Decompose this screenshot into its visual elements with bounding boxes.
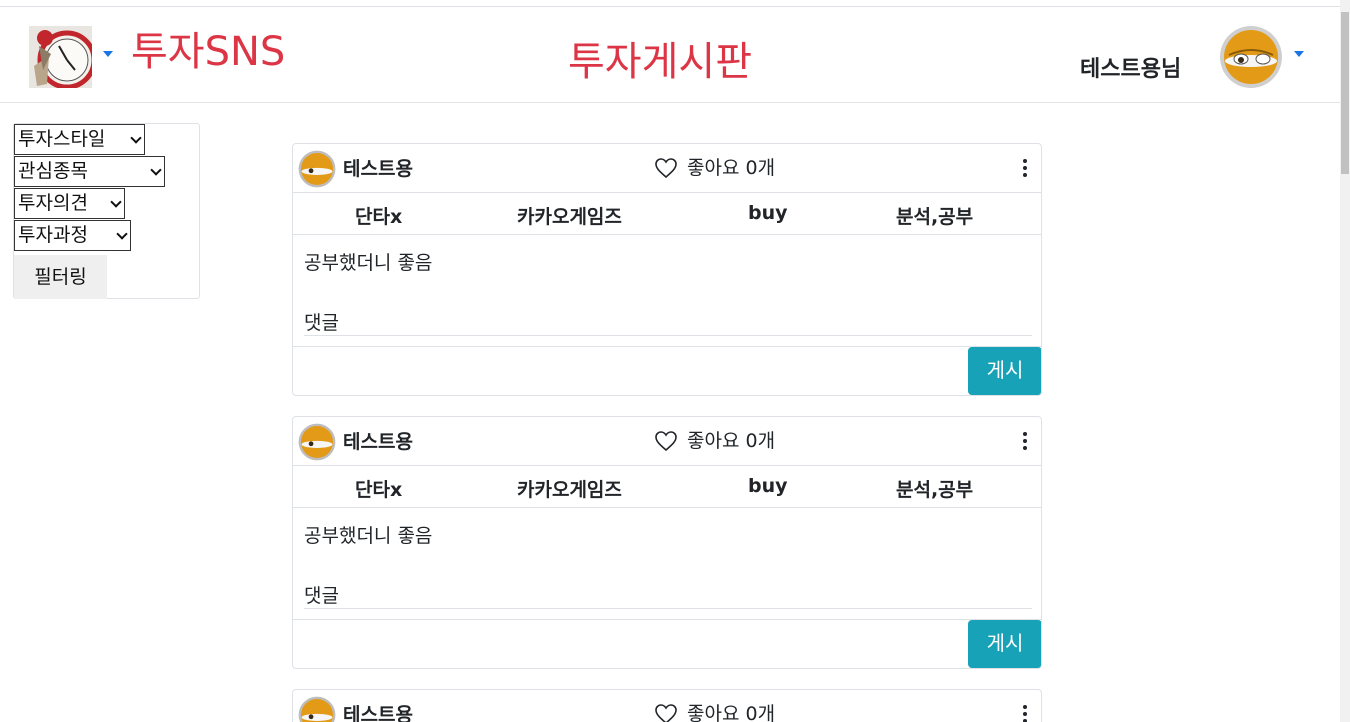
user-caret-down-icon[interactable] xyxy=(1294,51,1304,57)
chevron-down-icon xyxy=(130,132,142,144)
post-comment-button[interactable]: 게시 xyxy=(968,347,1041,395)
scrollbar-thumb[interactable] xyxy=(1341,12,1349,174)
post-tags: 단타x 카카오게임즈 buy 분석,공부 xyxy=(293,193,1041,235)
kebab-menu-icon[interactable] xyxy=(1023,159,1027,177)
filter-panel: 투자스타일 관심종목 투자의견 투자과정 필터링 xyxy=(13,123,200,299)
like-count: 좋아요 0개 xyxy=(687,157,776,179)
author-avatar[interactable] xyxy=(298,696,336,722)
tag-opinion: buy xyxy=(748,475,788,497)
comment-divider xyxy=(304,608,1032,609)
investment-opinion-select[interactable]: 투자의견 xyxy=(14,188,125,219)
tag-stock: 카카오게임즈 xyxy=(517,479,622,501)
page-title: 투자게시판 xyxy=(568,39,752,85)
post-tags: 단타x 카카오게임즈 buy 분석,공부 xyxy=(293,466,1041,508)
user-name: 테스트용님 xyxy=(1080,57,1182,82)
user-avatar[interactable] xyxy=(1219,25,1283,89)
investment-opinion-value: 투자의견 xyxy=(18,192,88,214)
heart-outline-icon[interactable] xyxy=(654,430,678,452)
like-count: 좋아요 0개 xyxy=(687,430,776,452)
comment-label: 댓글 xyxy=(304,312,339,334)
post-author[interactable]: 테스트용 xyxy=(343,427,413,454)
investment-style-select[interactable]: 투자스타일 xyxy=(14,124,145,155)
tag-opinion: buy xyxy=(748,202,788,224)
post-author[interactable]: 테스트용 xyxy=(343,700,413,722)
author-avatar[interactable] xyxy=(298,423,336,461)
interest-stock-select[interactable]: 관심종목 xyxy=(14,156,165,187)
comment-divider xyxy=(304,335,1032,336)
comment-label: 댓글 xyxy=(304,585,339,607)
post-content: 공부했더니 좋음 xyxy=(304,252,433,274)
logo-caret-down-icon[interactable] xyxy=(103,51,113,57)
kebab-menu-icon[interactable] xyxy=(1023,705,1027,722)
like-count: 좋아요 0개 xyxy=(687,703,776,722)
investment-process-select[interactable]: 투자과정 xyxy=(14,220,131,251)
chevron-down-icon xyxy=(110,196,122,208)
tag-style: 단타x xyxy=(355,479,403,501)
post-author[interactable]: 테스트용 xyxy=(343,154,413,181)
page-scrollbar[interactable] xyxy=(1340,0,1350,722)
investment-style-value: 투자스타일 xyxy=(18,128,106,150)
site-header: 투자SNS 투자게시판 테스트용님 xyxy=(0,7,1340,103)
post-card: 테스트용 좋아요 0개 xyxy=(292,689,1042,722)
interest-stock-value: 관심종목 xyxy=(18,160,88,182)
post-header: 테스트용 좋아요 0개 xyxy=(293,144,1041,193)
post-header: 테스트용 좋아요 0개 xyxy=(293,690,1041,722)
post-header: 테스트용 좋아요 0개 xyxy=(293,417,1041,466)
post-card: 테스트용 좋아요 0개 단타x 카카오게임즈 buy 분석,공부 공부했더니 좋… xyxy=(292,416,1042,669)
tag-style: 단타x xyxy=(355,206,403,228)
kebab-menu-icon[interactable] xyxy=(1023,432,1027,450)
tag-stock: 카카오게임즈 xyxy=(517,206,622,228)
post-card: 테스트용 좋아요 0개 단타x 카카오게임즈 buy 분석,공부 공부했더니 좋… xyxy=(292,143,1042,396)
post-content: 공부했더니 좋음 xyxy=(304,525,433,547)
brand-title[interactable]: 투자SNS xyxy=(131,27,285,77)
logo-clock-image[interactable] xyxy=(29,26,92,88)
comment-input[interactable] xyxy=(293,347,968,395)
investment-process-value: 투자과정 xyxy=(18,224,88,246)
author-avatar[interactable] xyxy=(298,150,336,188)
comment-input[interactable] xyxy=(293,620,968,668)
tag-process: 분석,공부 xyxy=(896,206,974,228)
chevron-down-icon xyxy=(116,228,128,240)
filter-button[interactable]: 필터링 xyxy=(14,255,107,299)
heart-outline-icon[interactable] xyxy=(654,157,678,179)
heart-outline-icon[interactable] xyxy=(654,703,678,722)
tag-process: 분석,공부 xyxy=(896,479,974,501)
post-comment-button[interactable]: 게시 xyxy=(968,620,1041,668)
chevron-down-icon xyxy=(150,164,162,176)
